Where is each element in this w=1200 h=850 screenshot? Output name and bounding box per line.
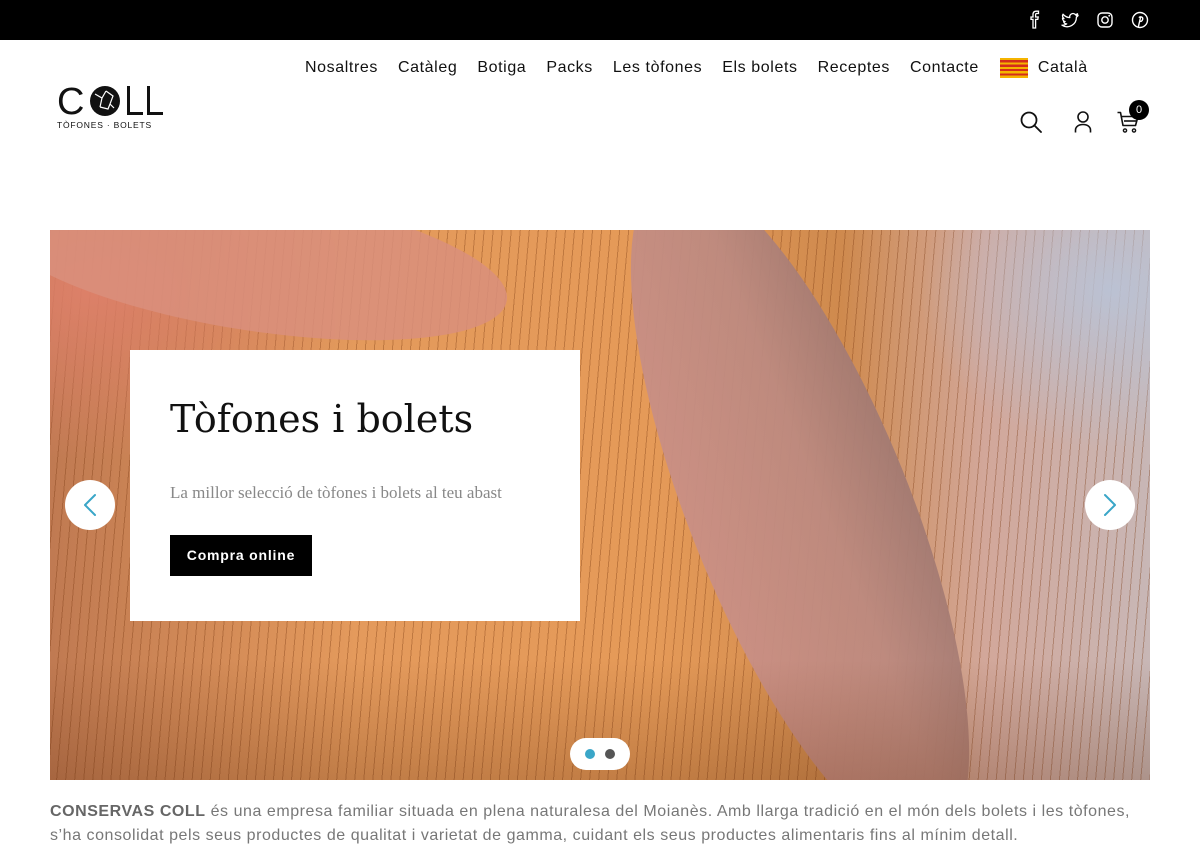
hero-slider: Tòfones i bolets La millor selecció de t… — [50, 230, 1150, 780]
nav-item-nosaltres[interactable]: Nosaltres — [305, 59, 378, 77]
nav-item-botiga[interactable]: Botiga — [477, 59, 526, 77]
slider-pagination — [570, 738, 630, 770]
social-links — [1025, 10, 1150, 30]
company-name: CONSERVAS COLL — [50, 803, 206, 820]
language-selector[interactable]: Català — [999, 58, 1088, 78]
hero-title: Tòfones i bolets — [170, 397, 474, 441]
pinterest-icon[interactable] — [1130, 10, 1150, 30]
company-intro: CONSERVAS COLL és una empresa familiar s… — [50, 800, 1150, 848]
nav-item-receptes[interactable]: Receptes — [818, 59, 890, 77]
language-label: Català — [1037, 59, 1088, 76]
shop-online-button[interactable]: Compra online — [170, 535, 312, 576]
slider-prev-button[interactable] — [65, 480, 115, 530]
logo-subtext: TÒFONES · BOLETS — [57, 120, 152, 130]
hero-subtitle: La millor selecció de tòfones i bolets a… — [170, 483, 502, 502]
top-bar — [0, 0, 1200, 40]
account-icon[interactable] — [1073, 110, 1093, 134]
nav-item-packs[interactable]: Packs — [546, 59, 593, 77]
twitter-icon[interactable] — [1060, 10, 1080, 30]
company-description: és una empresa familiar situada en plena… — [50, 803, 1131, 844]
slider-next-button[interactable] — [1085, 480, 1135, 530]
cart-count-badge: 0 — [1129, 100, 1149, 120]
search-icon[interactable] — [1019, 110, 1043, 134]
nav-item-bolets[interactable]: Els bolets — [722, 59, 797, 77]
facebook-icon[interactable] — [1025, 10, 1045, 30]
brand-logo[interactable]: C TÒFONES · BOLETS — [55, 80, 170, 132]
hero-caption-card: Tòfones i bolets La millor selecció de t… — [130, 350, 580, 621]
svg-text:C: C — [57, 81, 83, 123]
slider-dot-2[interactable] — [605, 749, 615, 759]
catalan-flag-icon — [999, 58, 1028, 78]
nav-item-tofones[interactable]: Les tòfones — [613, 59, 702, 77]
hero-image-cap-left — [50, 230, 518, 370]
nav-item-contacte[interactable]: Contacte — [910, 59, 979, 77]
chevron-right-icon — [1104, 494, 1116, 516]
nav-item-cataleg[interactable]: Catàleg — [398, 59, 457, 77]
instagram-icon[interactable] — [1095, 10, 1115, 30]
chevron-left-icon — [84, 494, 96, 516]
main-nav: Nosaltres Catàleg Botiga Packs Les tòfon… — [305, 58, 1088, 78]
slider-dot-1[interactable] — [585, 749, 595, 759]
